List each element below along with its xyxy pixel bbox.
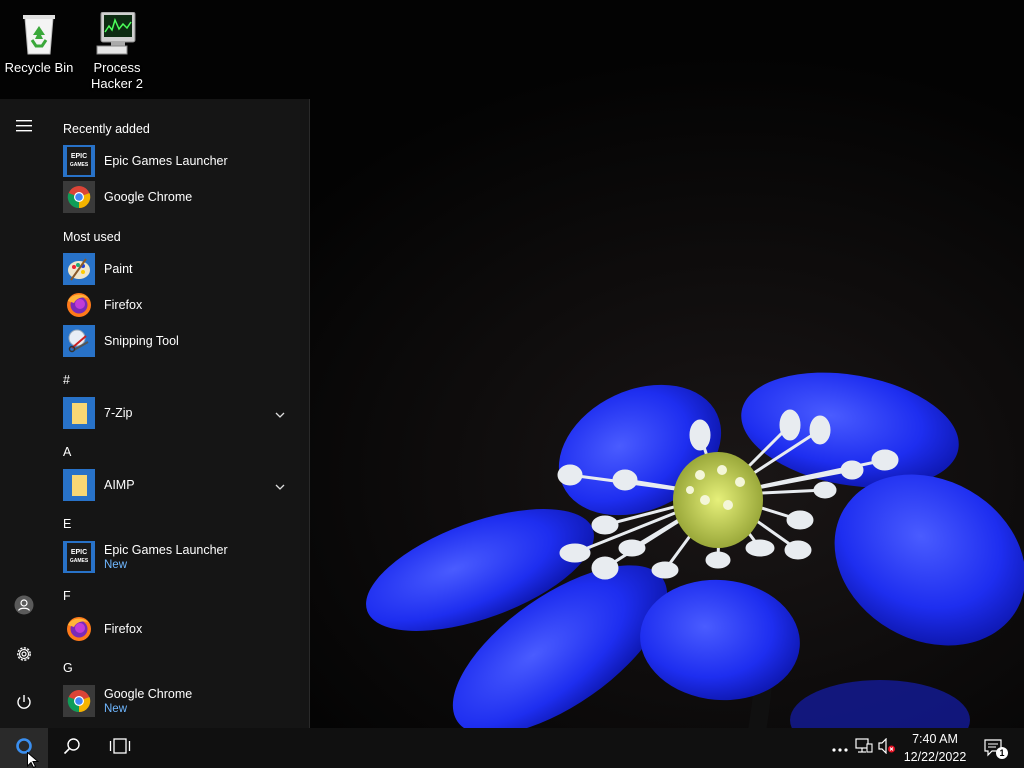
volume-muted-icon	[878, 737, 896, 759]
start-menu-rail	[0, 99, 48, 728]
epic-logo-bottom: GAMES	[69, 558, 89, 564]
power-button[interactable]	[0, 680, 48, 728]
clock-time: 7:40 AM	[912, 732, 958, 746]
most-used-app-snipping-tool[interactable]: Snipping Tool	[63, 323, 303, 359]
most-used-header: Most used	[63, 230, 121, 244]
mouse-cursor	[27, 752, 39, 768]
app-folder-7zip[interactable]: 7-Zip	[63, 395, 303, 431]
most-used-app-paint[interactable]: Paint	[63, 251, 303, 287]
most-used-app-firefox[interactable]: Firefox	[63, 287, 303, 323]
desktop-icon-process-hacker[interactable]: Process Hacker 2	[77, 11, 157, 92]
start-button[interactable]	[0, 728, 48, 768]
new-badge: New	[104, 703, 128, 715]
folder-icon	[63, 397, 95, 429]
desktop-icon-recycle-bin[interactable]: Recycle Bin	[0, 12, 79, 76]
app-epic-games[interactable]: EPIC GAMES Epic Games Launcher New	[63, 539, 303, 575]
user-account-button[interactable]	[0, 583, 48, 631]
notification-icon: 1	[984, 738, 1008, 759]
app-label: Google Chrome	[104, 190, 193, 204]
settings-button[interactable]	[0, 632, 48, 680]
app-label: Paint	[104, 262, 133, 276]
recent-app-epic-games[interactable]: EPIC GAMES Epic Games Launcher	[63, 143, 303, 179]
epic-logo-bottom: GAMES	[69, 162, 89, 168]
search-button[interactable]	[48, 728, 96, 768]
volume-button[interactable]	[876, 728, 898, 768]
user-avatar-icon	[14, 595, 34, 620]
more-icon	[832, 739, 848, 757]
search-icon	[63, 737, 81, 760]
clock[interactable]: 7:40 AM 12/22/2022	[898, 730, 972, 766]
action-center-button[interactable]: 1	[980, 728, 1010, 768]
new-badge: New	[104, 559, 128, 571]
app-label: Firefox	[104, 298, 143, 312]
epic-games-icon: EPIC GAMES	[63, 145, 95, 177]
show-hidden-icons-button[interactable]	[829, 728, 851, 768]
epic-games-icon: EPIC GAMES	[63, 541, 95, 573]
network-button[interactable]	[853, 728, 875, 768]
app-folder-aimp[interactable]: AIMP	[63, 467, 303, 503]
app-list: Recently added EPIC GAMES Epic Games Lau…	[48, 99, 308, 728]
paint-icon	[63, 253, 95, 285]
expand-menu-button[interactable]	[0, 104, 48, 152]
task-view-button[interactable]	[96, 728, 144, 768]
start-menu: Recently added EPIC GAMES Epic Games Lau…	[0, 99, 310, 728]
recently-added-header: Recently added	[63, 122, 150, 136]
section-header-g[interactable]: G	[63, 661, 73, 675]
task-view-icon	[109, 737, 131, 759]
process-hacker-icon	[93, 11, 141, 56]
app-label: Epic Games Launcher	[104, 154, 228, 168]
app-label: AIMP	[104, 478, 135, 492]
firefox-icon	[63, 613, 95, 645]
app-label: Epic Games Launcher	[104, 543, 228, 557]
app-google-chrome[interactable]: Google Chrome New	[63, 683, 303, 719]
section-header-hash[interactable]: #	[63, 373, 70, 387]
power-icon	[16, 694, 32, 715]
chevron-down-icon	[275, 405, 285, 423]
app-label: Firefox	[104, 622, 143, 636]
app-label: 7-Zip	[104, 406, 133, 420]
section-header-e[interactable]: E	[63, 517, 71, 531]
notification-count-badge: 1	[996, 747, 1008, 759]
app-label: Snipping Tool	[104, 334, 179, 348]
recent-app-google-chrome[interactable]: Google Chrome	[63, 179, 303, 215]
chrome-icon	[63, 685, 95, 717]
taskbar: 7:40 AM 12/22/2022 1	[0, 728, 1024, 768]
epic-logo-top: EPIC	[70, 153, 88, 160]
firefox-icon	[63, 289, 95, 321]
section-header-a[interactable]: A	[63, 445, 71, 459]
app-label: Google Chrome	[104, 687, 193, 701]
clock-date: 12/22/2022	[903, 750, 967, 764]
app-firefox[interactable]: Firefox	[63, 611, 303, 647]
process-hacker-label: Process Hacker 2	[90, 60, 144, 91]
gear-icon	[15, 645, 33, 668]
epic-logo-top: EPIC	[70, 549, 88, 556]
recycle-bin-label: Recycle Bin	[4, 60, 74, 75]
chrome-icon	[63, 181, 95, 213]
chevron-down-icon	[275, 477, 285, 495]
snipping-tool-icon	[63, 325, 95, 357]
recycle-bin-icon	[15, 12, 63, 56]
hamburger-icon	[16, 119, 32, 137]
section-header-f[interactable]: F	[63, 589, 71, 603]
folder-icon	[63, 469, 95, 501]
network-icon	[855, 737, 873, 759]
